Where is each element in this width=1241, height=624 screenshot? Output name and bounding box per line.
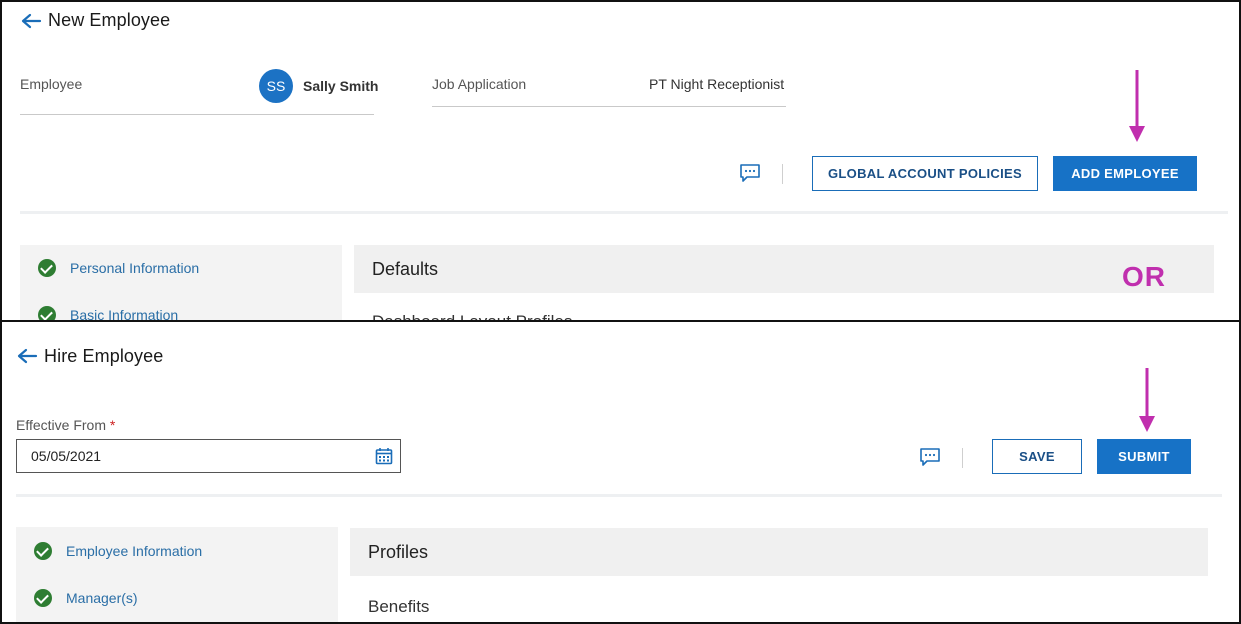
benefits-item[interactable]: Benefits [368,597,429,617]
global-account-policies-button[interactable]: GLOBAL ACCOUNT POLICIES [812,156,1038,191]
sidebar-item-employee-information[interactable]: Employee Information [34,542,202,560]
section-header-profiles: Profiles [350,528,1208,576]
comment-icon[interactable] [919,447,941,467]
section-title: Defaults [372,258,439,279]
section-header-defaults: Defaults [354,245,1214,293]
header-divider [16,494,1222,497]
hire-employee-panel: Hire Employee Effective From * 05/05/202… [0,320,1241,624]
sidebar-item-personal-information[interactable]: Personal Information [38,259,199,277]
job-application-underline [432,106,786,107]
add-employee-button[interactable]: ADD EMPLOYEE [1053,156,1197,191]
header-divider [20,211,1228,214]
back-arrow-icon[interactable] [20,13,42,29]
annotation-arrow [1139,368,1155,432]
annotation-arrow [1129,70,1145,142]
check-circle-icon [34,589,52,607]
check-circle-icon [34,542,52,560]
required-mark: * [109,417,116,433]
page-title: New Employee [48,10,171,30]
save-button[interactable]: SAVE [992,439,1082,474]
check-circle-icon [38,259,56,277]
toolbar-divider [962,448,963,468]
sidebar-item-label: Personal Information [70,260,200,276]
sidebar-item-managers[interactable]: Manager(s) [34,589,138,607]
sidebar-item-label: Manager(s) [66,590,138,606]
avatar: SS [259,69,293,103]
job-application-label: Job Application [432,76,527,92]
page-title: Hire Employee [44,346,164,366]
toolbar-divider [782,164,783,184]
employee-label: Employee [20,76,83,92]
job-application-value[interactable]: PT Night Receptionist [649,76,784,92]
comment-icon[interactable] [739,163,761,183]
new-employee-panel: New Employee Employee SS Sally Smith Job… [0,0,1241,322]
sidebar: Employee Information Manager(s) [16,527,338,622]
section-title: Profiles [368,541,429,562]
calendar-icon[interactable] [375,447,393,465]
employee-field-underline [20,114,374,115]
date-value: 05/05/2021 [31,448,102,464]
effective-from-date-input[interactable]: 05/05/2021 [16,439,401,473]
sidebar-item-label: Employee Information [66,543,203,559]
effective-from-label: Effective From * [16,417,116,433]
back-arrow-icon[interactable] [16,348,38,364]
submit-button[interactable]: SUBMIT [1097,439,1191,474]
employee-name[interactable]: Sally Smith [303,78,378,94]
or-label: OR [1122,261,1166,292]
sidebar: Personal Information Basic Information [20,245,342,320]
